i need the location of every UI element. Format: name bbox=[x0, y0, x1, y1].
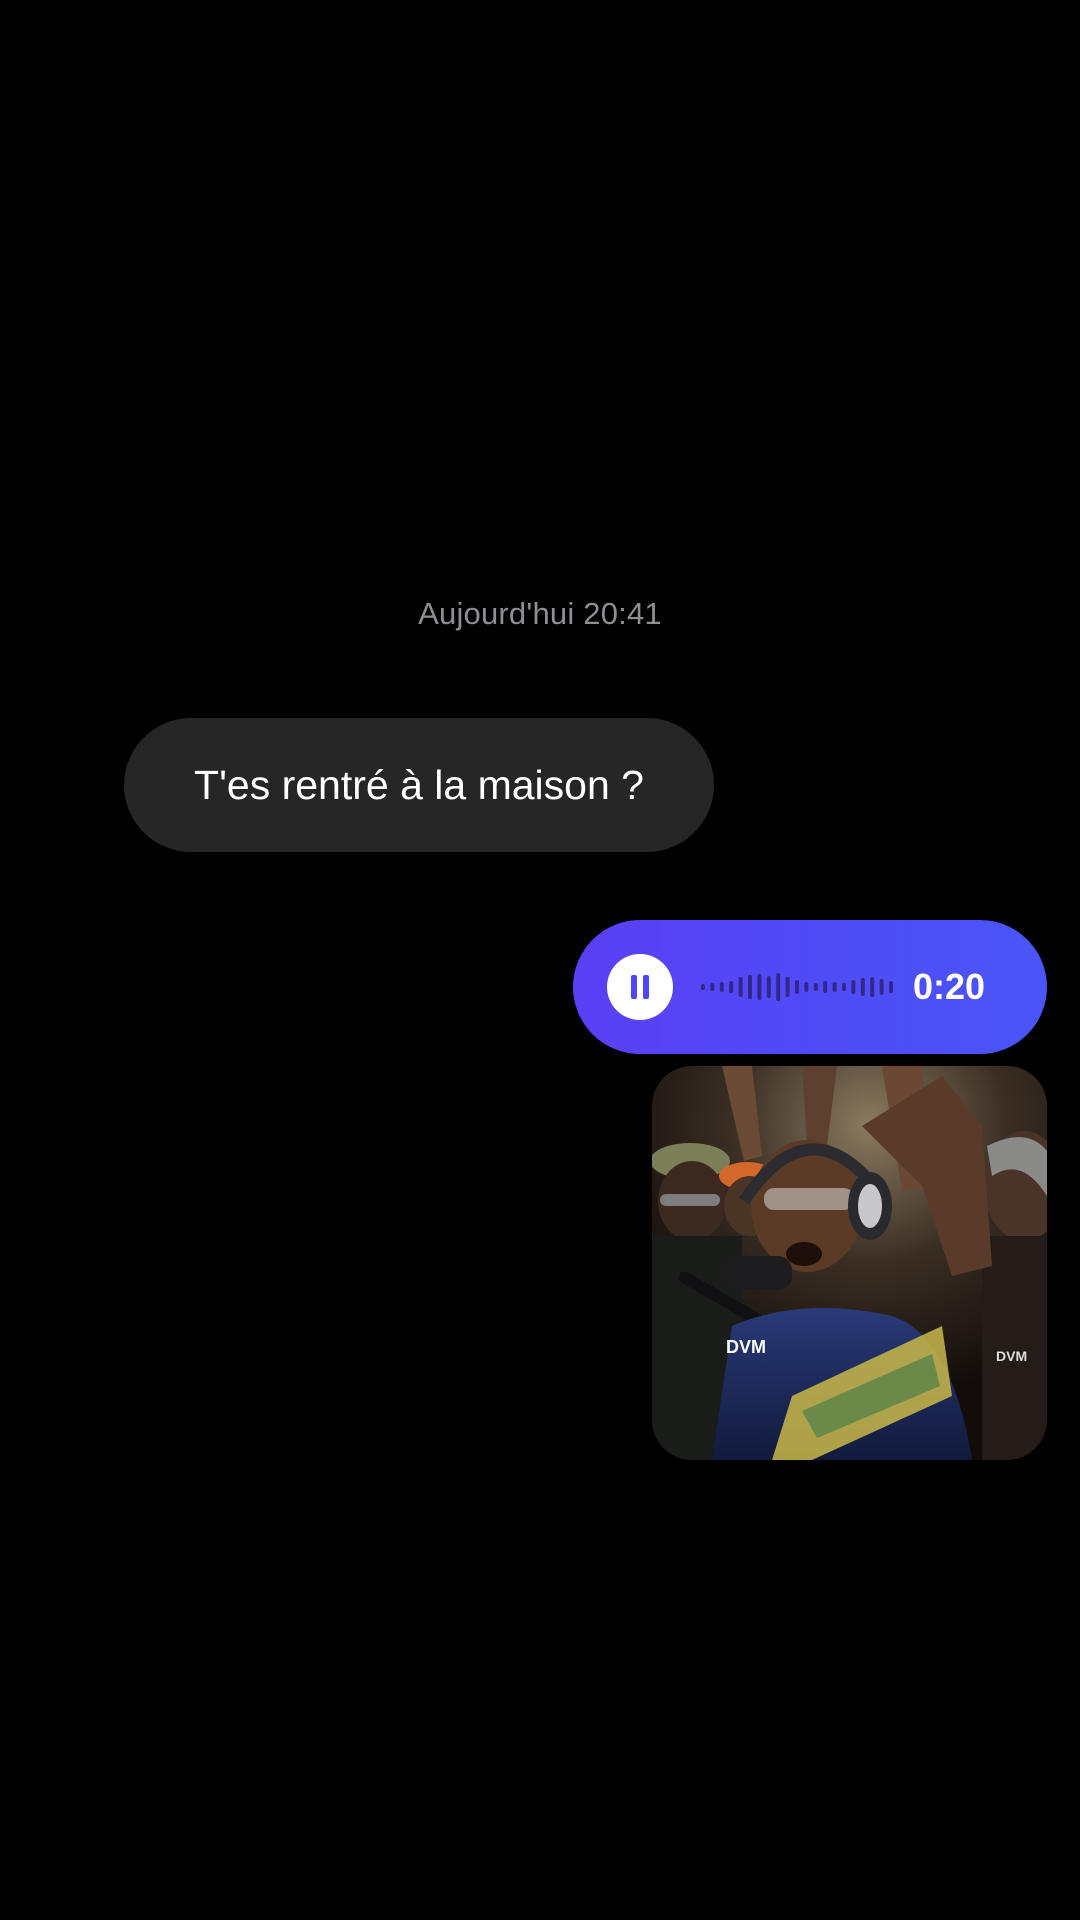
waveform-bar bbox=[870, 977, 875, 997]
waveform-bar bbox=[832, 982, 837, 992]
incoming-message-text: T'es rentré à la maison ? bbox=[194, 761, 644, 808]
waveform-bar bbox=[795, 980, 799, 994]
waveform-bar bbox=[710, 983, 715, 991]
waveform-bar bbox=[766, 976, 771, 998]
message-timestamp: Aujourd'hui 20:41 bbox=[418, 596, 662, 631]
video-still-image: DVM DVM bbox=[652, 1066, 1047, 1460]
waveform-bar bbox=[757, 974, 762, 1000]
incoming-message-bubble[interactable]: T'es rentré à la maison ? bbox=[124, 718, 714, 852]
waveform-bar bbox=[748, 975, 752, 999]
waveform-bar bbox=[889, 981, 893, 993]
waveform-bar bbox=[860, 978, 865, 996]
voice-duration: 0:20 bbox=[913, 966, 986, 1007]
watermark-right: DVM bbox=[996, 1348, 1027, 1364]
waveform-bar bbox=[804, 982, 809, 992]
waveform-bar bbox=[813, 983, 818, 991]
waveform-bar bbox=[776, 973, 781, 1001]
waveform-bar bbox=[701, 984, 705, 990]
waveform-bar bbox=[738, 977, 743, 997]
watermark-left: DVM bbox=[726, 1337, 766, 1357]
waveform-bar bbox=[785, 977, 790, 997]
waveform-bar bbox=[729, 981, 734, 993]
waveform-bar bbox=[851, 980, 856, 994]
media-thumbnail[interactable]: DVM DVM bbox=[652, 1066, 1047, 1460]
pause-icon bbox=[631, 975, 649, 999]
pause-button[interactable] bbox=[607, 954, 673, 1020]
waveform-bar bbox=[879, 979, 884, 995]
waveform-bar bbox=[719, 982, 724, 992]
waveform-bar bbox=[823, 981, 828, 993]
waveform-bar bbox=[842, 983, 846, 991]
waveform-graphic[interactable] bbox=[699, 957, 897, 1017]
voice-message-bubble[interactable]: 0:20 bbox=[573, 920, 1047, 1054]
